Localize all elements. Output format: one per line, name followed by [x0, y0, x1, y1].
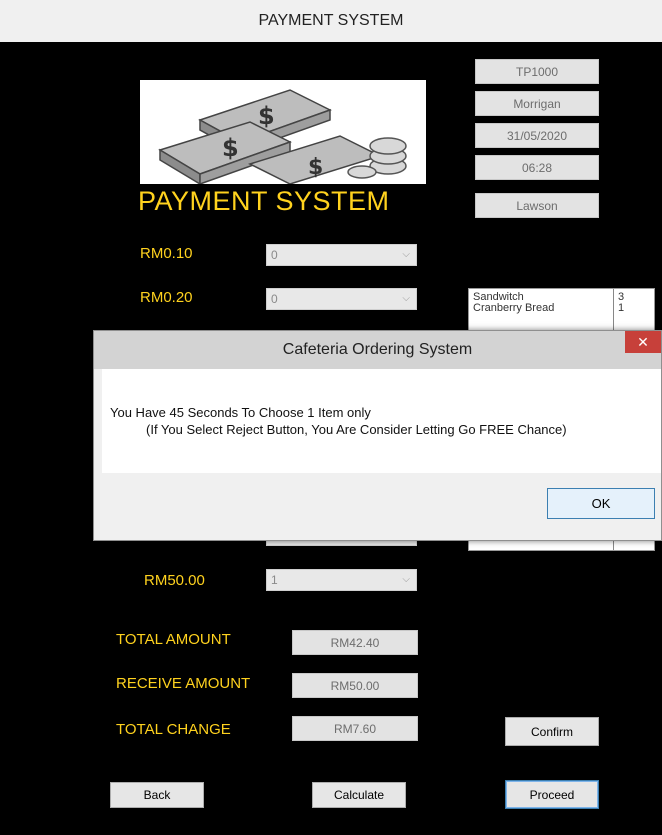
denom-value: 0 — [271, 248, 278, 262]
dialog-title: Cafeteria Ordering System — [94, 331, 661, 369]
denom-combo-50-00[interactable]: 1 ⌵ — [266, 569, 417, 591]
list-item[interactable]: Cranberry Bread 1 — [469, 303, 654, 314]
proceed-button[interactable]: Proceed — [505, 780, 599, 809]
denom-label-0-20: RM0.20 — [140, 289, 193, 306]
svg-text:$: $ — [258, 102, 275, 130]
window-title: PAYMENT SYSTEM — [258, 12, 404, 29]
window-titlebar: PAYMENT SYSTEM — [0, 0, 662, 42]
denom-label-50-00: RM50.00 — [144, 572, 205, 589]
confirm-button[interactable]: Confirm — [505, 717, 599, 746]
total-amount-field: RM42.40 — [292, 630, 418, 655]
money-logo-image: $ $ $ — [140, 80, 426, 184]
chevron-down-icon[interactable]: ⌵ — [402, 245, 410, 265]
dialog-body: You Have 45 Seconds To Choose 1 Item onl… — [102, 369, 661, 473]
name-field: Morrigan — [475, 91, 599, 116]
total-amount-label: TOTAL AMOUNT — [116, 631, 231, 648]
denom-label-0-10: RM0.10 — [140, 245, 193, 262]
total-change-label: TOTAL CHANGE — [116, 721, 231, 738]
svg-text:$: $ — [308, 155, 323, 180]
message-dialog: Cafeteria Ordering System ✕ You Have 45 … — [93, 330, 662, 541]
back-button[interactable]: Back — [110, 782, 204, 808]
denom-combo-0-10[interactable]: 0 ⌵ — [266, 244, 417, 266]
denom-value: 1 — [271, 573, 278, 587]
close-icon[interactable]: ✕ — [625, 331, 661, 353]
receive-amount-label: RECEIVE AMOUNT — [116, 675, 251, 692]
denom-value: 0 — [271, 292, 278, 306]
id-field: TP1000 — [475, 59, 599, 84]
total-change-field: RM7.60 — [292, 716, 418, 741]
denom-combo-0-20[interactable]: 0 ⌵ — [266, 288, 417, 310]
dialog-message-line1: You Have 45 Seconds To Choose 1 Item onl… — [110, 405, 371, 420]
ok-button[interactable]: OK — [547, 488, 655, 519]
chevron-down-icon[interactable]: ⌵ — [402, 570, 410, 590]
dialog-message-line2: (If You Select Reject Button, You Are Co… — [146, 422, 567, 437]
receive-amount-field: RM50.00 — [292, 673, 418, 698]
date-field: 31/05/2020 — [475, 123, 599, 148]
chevron-down-icon[interactable]: ⌵ — [402, 289, 410, 309]
calculate-button[interactable]: Calculate — [312, 782, 406, 808]
time-field: 06:28 — [475, 155, 599, 180]
svg-text:$: $ — [222, 134, 239, 162]
cashier-field: Lawson — [475, 193, 599, 218]
big-title: PAYMENT SYSTEM — [138, 186, 390, 216]
